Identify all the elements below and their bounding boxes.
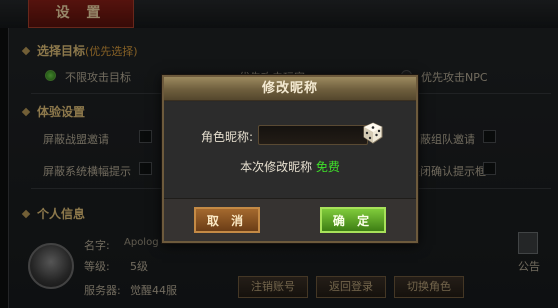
cancel-button[interactable]: 取 消 — [194, 207, 260, 233]
dialog-title: 修改昵称 — [164, 77, 416, 101]
confirm-button[interactable]: 确 定 — [320, 207, 386, 233]
cost-free: 免费 — [315, 160, 340, 174]
rename-dialog: 修改昵称 角色昵称: 本次修改昵称 免费 取 消 确 定 — [162, 75, 418, 243]
dice-icon[interactable] — [362, 122, 384, 144]
cost-note: 本次修改昵称 免费 — [164, 158, 416, 175]
cost-text: 本次修改昵称 — [240, 160, 313, 174]
nickname-input[interactable] — [258, 125, 368, 145]
dialog-footer: 取 消 确 定 — [164, 198, 416, 241]
dialog-body: 角色昵称: 本次修改昵称 免费 — [164, 102, 416, 198]
nickname-label: 角色昵称: — [201, 130, 254, 144]
